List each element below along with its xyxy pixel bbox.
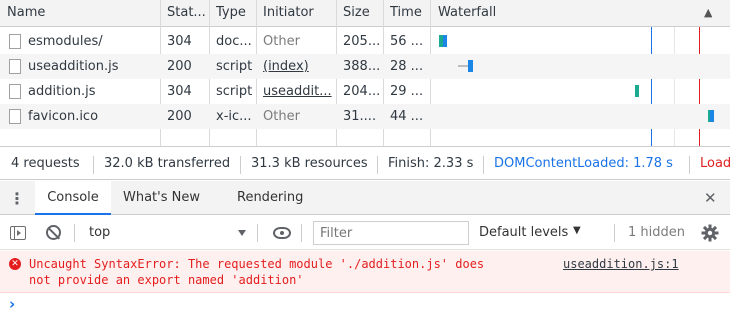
request-type: script <box>216 59 253 74</box>
summary-transferred: 32.0 kB transferred <box>104 156 231 171</box>
request-time: 44 ... <box>390 109 424 124</box>
request-size: 388... <box>343 59 381 74</box>
summary-divider <box>483 156 484 174</box>
document-file-icon <box>9 34 21 49</box>
table-row[interactable]: esmodules/ 304 doc... Other 205... 56 ..… <box>0 29 730 54</box>
request-time: 29 ... <box>390 84 424 99</box>
request-status: 304 <box>167 34 192 49</box>
drawer-tab-bar: ⋮ Console What's New Rendering ✕ <box>0 181 730 215</box>
request-type: doc... <box>216 34 252 49</box>
toolbar-divider <box>614 224 615 242</box>
request-status: 200 <box>167 59 192 74</box>
drawer-menu-icon[interactable]: ⋮ <box>9 189 25 208</box>
image-file-icon <box>9 109 21 124</box>
clear-console-icon[interactable] <box>46 225 61 240</box>
live-expression-eye-icon[interactable] <box>273 227 291 239</box>
log-levels-dropdown[interactable]: Default levels <box>479 225 568 240</box>
column-header-initiator[interactable]: Initiator <box>263 5 314 20</box>
toolbar-divider <box>301 224 302 242</box>
summary-divider <box>689 156 690 174</box>
column-header-name[interactable]: Name <box>7 5 45 20</box>
waterfall-bar <box>468 60 473 72</box>
request-type: x-ic... <box>216 109 252 124</box>
request-initiator: Other <box>263 109 300 124</box>
table-row[interactable]: addition.js 304 script useaddit... 204..… <box>0 79 730 104</box>
toolbar-divider <box>257 224 258 242</box>
column-header-waterfall[interactable]: Waterfall <box>438 5 496 20</box>
summary-divider <box>377 156 378 174</box>
table-row[interactable]: useaddition.js 200 script (index) 388...… <box>0 54 730 79</box>
log-levels-caret-icon[interactable]: ▼ <box>573 225 581 236</box>
request-name: addition.js <box>28 84 96 99</box>
context-dropdown-icon[interactable] <box>238 230 246 236</box>
console-prompt-icon: › <box>9 295 16 313</box>
column-header-size[interactable]: Size <box>343 5 370 20</box>
tab-console[interactable]: Console <box>35 181 111 215</box>
waterfall-bar <box>635 85 639 97</box>
request-name: useaddition.js <box>28 59 119 74</box>
request-name: favicon.ico <box>28 109 99 124</box>
close-drawer-icon[interactable]: ✕ <box>704 189 717 207</box>
waterfall-bar <box>443 35 447 47</box>
request-initiator-link[interactable]: useaddit... <box>263 84 332 99</box>
table-row[interactable]: favicon.ico 200 x-ic... Other 31.... 44 … <box>0 104 730 129</box>
console-settings-gear-icon[interactable] <box>701 224 719 242</box>
request-status: 304 <box>167 84 192 99</box>
waterfall-wait-line <box>458 65 468 67</box>
request-status: 200 <box>167 109 192 124</box>
script-file-icon <box>9 84 21 99</box>
console-toolbar: top Default levels ▼ 1 hidden <box>0 216 730 250</box>
waterfall-bar <box>710 110 714 122</box>
show-console-sidebar-icon[interactable] <box>10 226 26 240</box>
request-initiator: Other <box>263 34 300 49</box>
request-size: 31.... <box>343 109 377 124</box>
request-name: esmodules/ <box>28 34 103 49</box>
summary-load: Load: 1.94 s <box>700 156 730 171</box>
column-header-status[interactable]: Stat... <box>167 5 206 20</box>
sort-ascending-icon[interactable]: ▲ <box>704 6 712 19</box>
request-time: 28 ... <box>390 59 424 74</box>
error-source-link[interactable]: useaddition.js:1 <box>563 256 679 272</box>
hidden-messages-count: 1 hidden <box>628 225 685 240</box>
toolbar-divider <box>74 224 75 242</box>
summary-divider <box>93 156 94 174</box>
error-text: Uncaught SyntaxError: The requested modu… <box>29 257 485 287</box>
console-input-area[interactable]: › <box>0 294 730 317</box>
network-table-header: Name Stat... Type Initiator Size Time Wa… <box>0 0 730 27</box>
request-initiator-link[interactable]: (index) <box>263 59 309 74</box>
tab-whats-new[interactable]: What's New <box>123 190 200 205</box>
summary-finish: Finish: 2.33 s <box>388 156 474 171</box>
request-time: 56 ... <box>390 34 424 49</box>
error-icon: ✕ <box>9 258 21 270</box>
request-size: 205... <box>343 34 381 49</box>
request-size: 204... <box>343 84 381 99</box>
network-summary-bar: 4 requests 32.0 kB transferred 31.3 kB r… <box>0 146 730 180</box>
context-selector-value[interactable]: top <box>89 225 110 240</box>
summary-divider <box>240 156 241 174</box>
column-header-time[interactable]: Time <box>390 5 422 20</box>
console-error-message: ✕ Uncaught SyntaxError: The requested mo… <box>0 251 730 293</box>
summary-resources: 31.3 kB resources <box>251 156 368 171</box>
summary-dom-content-loaded: DOMContentLoaded: 1.78 s <box>494 156 673 171</box>
request-type: script <box>216 84 253 99</box>
script-file-icon <box>9 59 21 74</box>
tab-rendering[interactable]: Rendering <box>237 190 303 205</box>
summary-requests: 4 requests <box>11 156 80 171</box>
column-header-type[interactable]: Type <box>216 5 246 20</box>
console-filter-input[interactable] <box>313 221 469 245</box>
